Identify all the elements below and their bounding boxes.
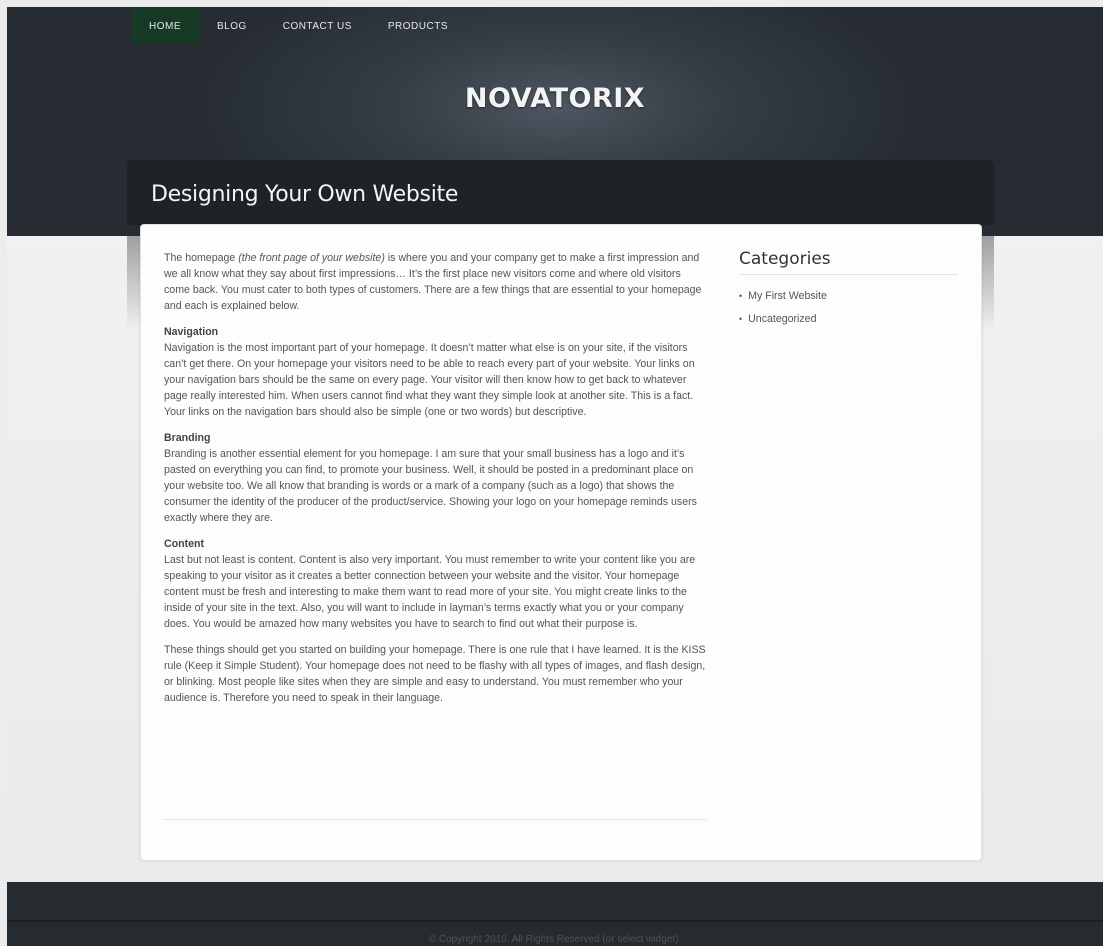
section-heading-content: Content [164,538,205,550]
article-divider [164,819,707,820]
site-logo[interactable]: NOVATORIX [7,83,1103,114]
section-heading-branding: Branding [164,432,211,444]
section-body-branding: Branding is another essential element fo… [164,448,697,524]
sidebar: Categories My First Website Uncategorize… [739,249,958,331]
nav-contact-us[interactable]: CONTACT US [265,7,370,43]
intro-paragraph: The homepage (the front page of your web… [164,250,707,314]
section-body-navigation: Navigation is the most important part of… [164,342,695,418]
post-body: The homepage (the front page of your web… [164,250,707,716]
title-bar: Designing Your Own Website [127,160,994,225]
intro-text: The homepage [164,252,239,264]
footer-divider [7,920,1103,922]
category-list: My First Website Uncategorized [739,285,958,331]
intro-emphasis: (the front page of your website) [238,252,385,264]
page-title: Designing Your Own Website [151,182,459,207]
page-frame: HOME BLOG CONTACT US PRODUCTS NOVATORIX … [7,7,1103,946]
nav-products[interactable]: PRODUCTS [370,7,466,43]
categories-title: Categories [739,249,958,275]
site-footer: © Copyright 2010. All Rights Reserved (o… [7,882,1103,946]
section-heading-navigation: Navigation [164,326,219,338]
closing-paragraph: These things should get you started on b… [164,644,706,704]
category-link[interactable]: My First Website [739,285,958,308]
main-nav: HOME BLOG CONTACT US PRODUCTS [131,7,466,43]
content-panel: The homepage (the front page of your web… [140,224,982,861]
section-body-content: Last but not least is content. Content i… [164,554,696,630]
nav-home[interactable]: HOME [131,7,199,43]
nav-blog[interactable]: BLOG [199,7,265,43]
copyright-text: © Copyright 2010. All Rights Reserved (o… [428,934,682,945]
category-link[interactable]: Uncategorized [739,308,958,331]
